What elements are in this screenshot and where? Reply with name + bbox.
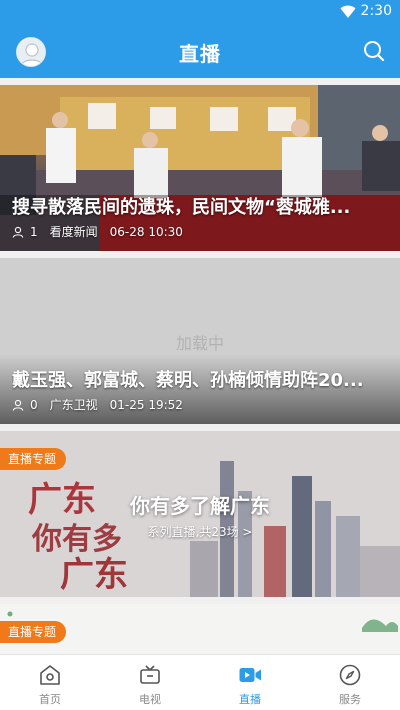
topic-badge: 直播专题 [0, 448, 67, 470]
home-icon [40, 665, 60, 685]
tab-home[interactable]: 首页 [0, 655, 100, 710]
live-card-1[interactable]: 搜寻散落民间的遗珠，民间文物“蓉城雅... 1 看度新闻 06-28 10:30 [0, 85, 400, 251]
source-name: 广东卫视 [49, 398, 98, 412]
topic-headline: 你有多了解广东 [130, 494, 270, 518]
tab-label: 直播 [239, 693, 261, 706]
card-meta: 1 看度新闻 06-28 10:30 [12, 223, 189, 240]
viewer-count: 0 [30, 397, 38, 412]
app-header: 直播 [0, 24, 400, 78]
tab-live[interactable]: 直播 [200, 655, 300, 710]
viewer-count: 1 [30, 224, 38, 239]
live-card-2[interactable]: 加载中 戴玉强、郭富城、蔡明、孙楠倾情助阵20... 0 广东卫视 01-25 … [0, 258, 400, 424]
page-title: 直播 [179, 42, 221, 66]
topic-card-1[interactable]: 广东 你有多 广东 直播专题 你有多了解广东 系列直播,共23场 > [0, 431, 400, 597]
topic-badge: 直播专题 [0, 621, 67, 643]
user-icon [12, 226, 24, 238]
search-icon[interactable] [362, 39, 386, 63]
wifi-icon [340, 5, 356, 18]
tab-label: 电视 [139, 693, 161, 706]
source-name: 看度新闻 [49, 225, 98, 239]
status-time: 2:30 [360, 3, 392, 19]
publish-time: 01-25 19:52 [109, 397, 183, 412]
tab-tv[interactable]: 电视 [100, 655, 200, 710]
publish-time: 06-28 10:30 [109, 224, 183, 239]
tab-service[interactable]: 服务 [300, 655, 400, 710]
tv-icon [140, 665, 160, 684]
tab-label: 服务 [339, 693, 361, 706]
loading-placeholder: 加载中 [175, 334, 224, 353]
compass-icon [339, 664, 361, 686]
card-meta: 0 广东卫视 01-25 19:52 [12, 396, 189, 413]
topic-subtitle[interactable]: 系列直播,共23场 > [0, 523, 400, 540]
tab-label: 首页 [39, 693, 61, 706]
card-title: 搜寻散落民间的遗珠，民间文物“蓉城雅... [12, 197, 351, 218]
bottom-tab-bar: 首页 电视 直播 服务 [0, 654, 400, 710]
live-video-icon [239, 668, 261, 682]
topic-card-2[interactable]: 直播专题 [0, 604, 400, 654]
card-title: 戴玉强、郭富城、蔡明、孙楠倾情助阵20... [12, 370, 364, 391]
user-icon [12, 399, 24, 411]
status-bar: 2:30 [0, 0, 400, 24]
